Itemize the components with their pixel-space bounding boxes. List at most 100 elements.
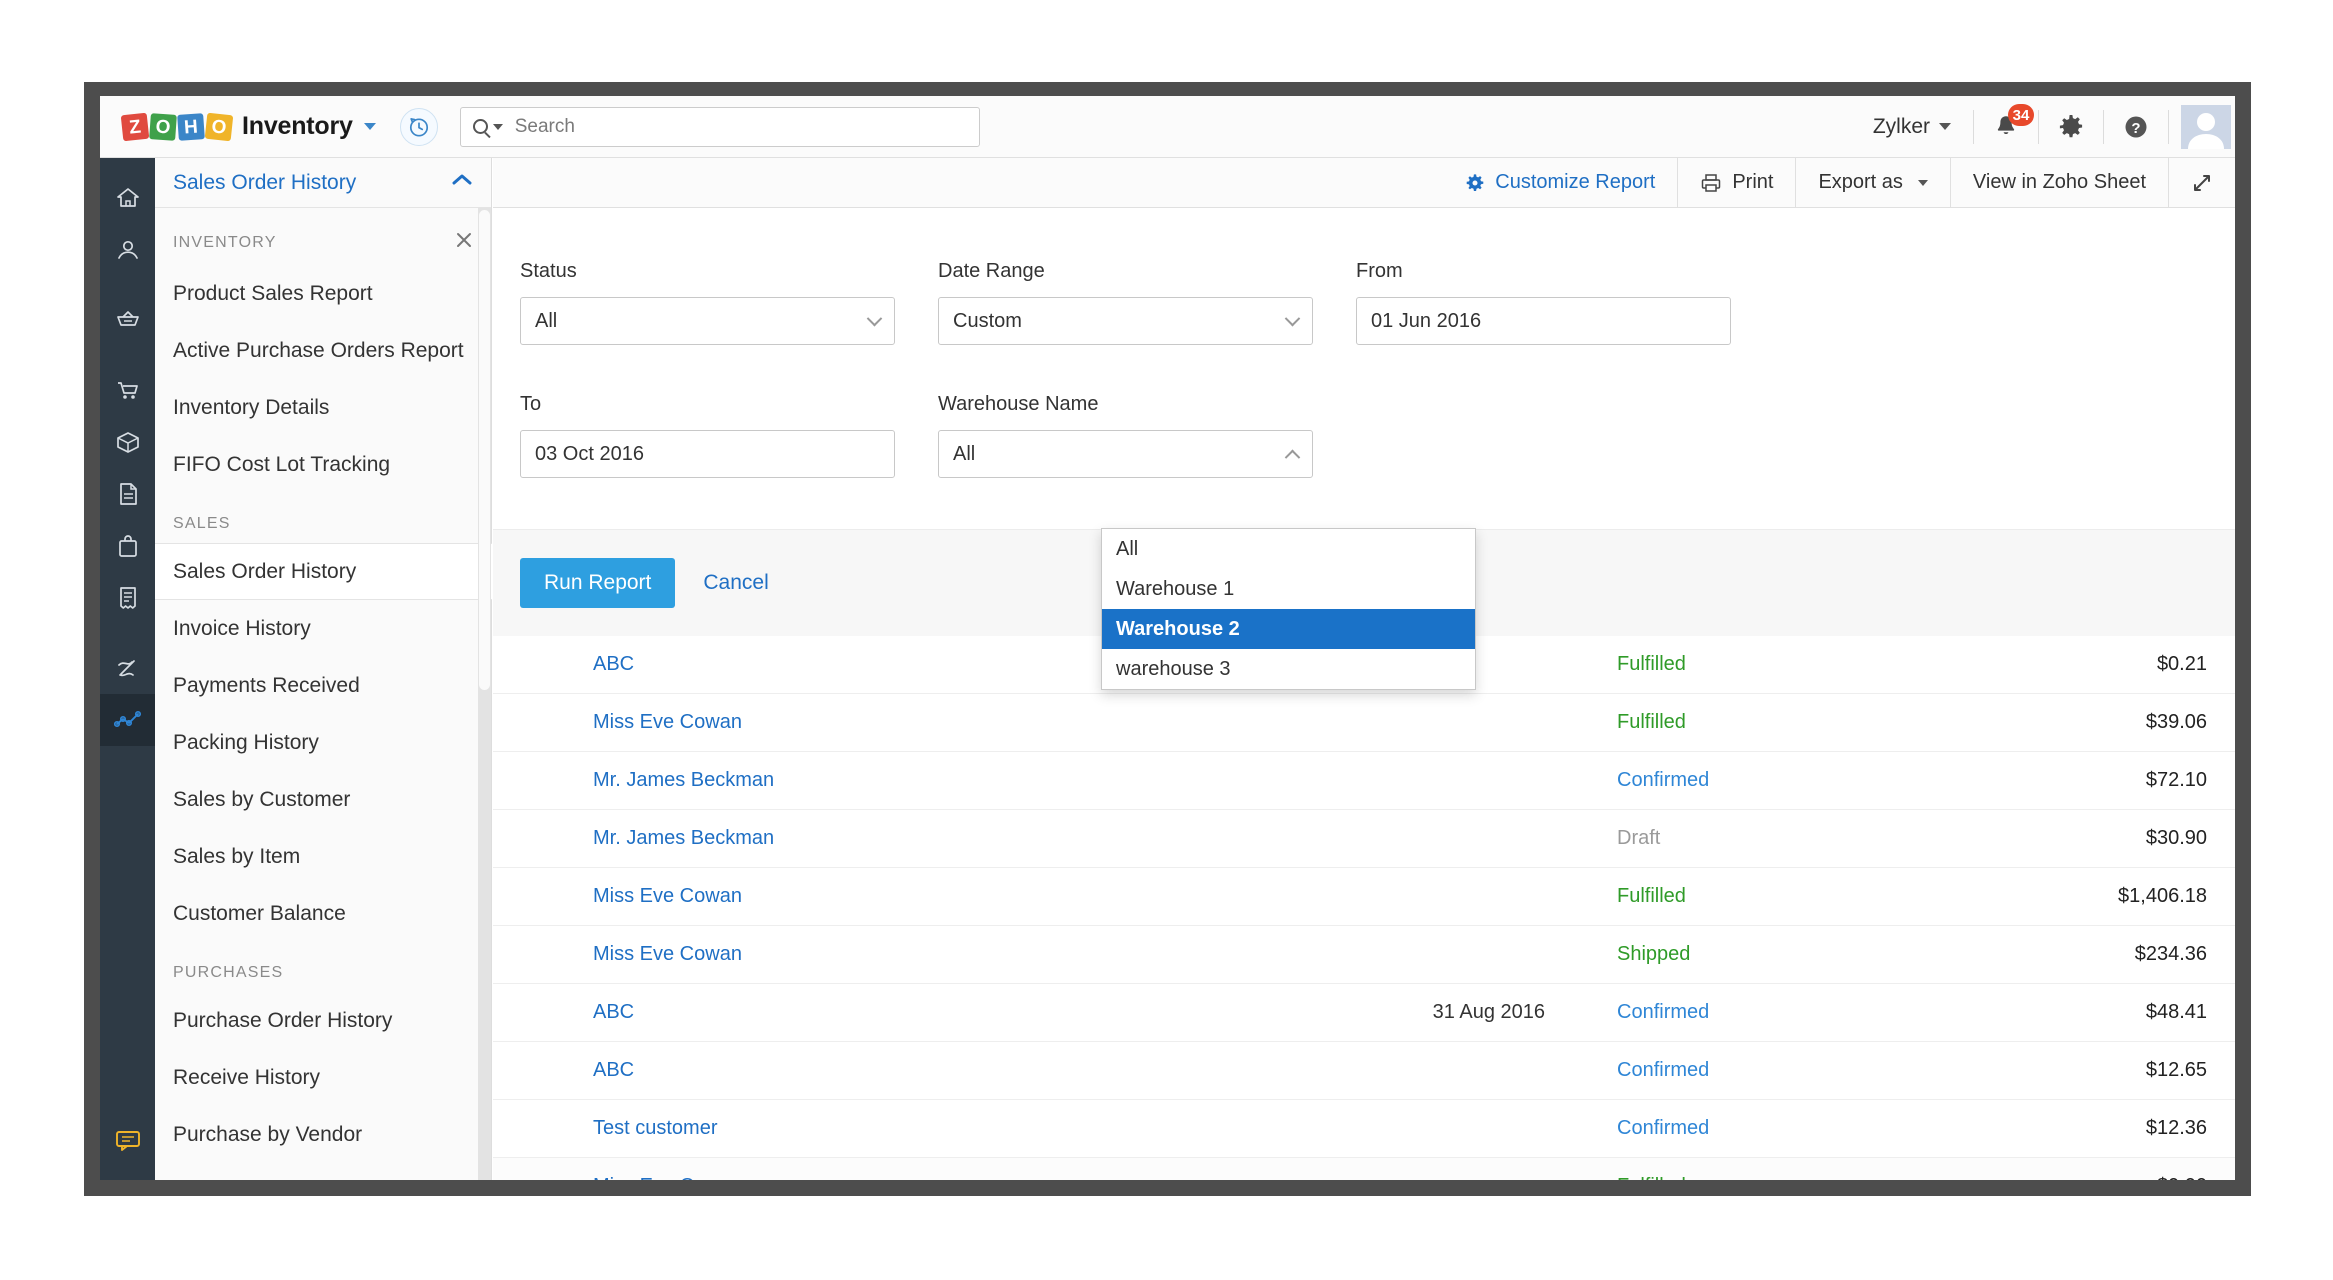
sidebar-item-fifo-cost-lot-tracking[interactable]: FIFO Cost Lot Tracking [155,436,492,493]
help-circle-icon[interactable]: ? [2104,96,2168,157]
sidebar-item-sales-by-customer[interactable]: Sales by Customer [155,771,492,828]
from-date-input[interactable]: 01 Jun 2016 [1356,297,1731,345]
filter-from-label: From [1356,260,1731,283]
app-window: Z O H O Inventory Search Zylker [100,96,2235,1180]
table-row[interactable]: Test customer Confirmed $12.36 [493,1100,2235,1158]
run-report-button[interactable]: Run Report [520,558,675,608]
row-customer[interactable]: Mr. James Beckman [565,769,1125,792]
row-customer[interactable]: Miss Eve Cowan [565,943,1125,966]
reports-sidebar: Sales Order History INVENTORY Product Sa… [155,158,492,1180]
contacts-icon[interactable] [100,224,155,276]
sidebar-item-payments-received[interactable]: Payments Received [155,657,492,714]
to-date-value: 03 Oct 2016 [535,443,644,466]
cart-icon[interactable] [100,364,155,416]
row-customer[interactable]: Mr. James Beckman [565,827,1125,850]
customize-report-button[interactable]: Customize Report [1443,158,1677,208]
chat-icon[interactable] [100,1114,155,1166]
sidebar-item-invoice-history[interactable]: Invoice History [155,600,492,657]
sidebar-item-receive-history[interactable]: Receive History [155,1049,492,1106]
sidebar-item-label: Receive History [173,1066,320,1090]
sidebar-item-label: Sales Order History [173,560,356,584]
table-row[interactable]: Mr. James Beckman Draft $30.90 [493,810,2235,868]
gear-icon [1465,173,1485,193]
left-icon-rail [100,158,155,1180]
sidebar-item-purchase-by-vendor[interactable]: Purchase by Vendor [155,1106,492,1163]
caret-down-icon[interactable] [364,123,376,130]
basket-icon[interactable] [100,294,155,346]
zoho-inventory-logo[interactable]: Z O H O Inventory [100,112,376,141]
print-button[interactable]: Print [1678,158,1795,208]
avatar[interactable] [2181,105,2231,149]
chevron-up-icon[interactable] [451,173,473,192]
row-customer[interactable]: Miss Eve Cowan [565,711,1125,734]
filter-status: Status All [520,260,895,345]
sidebar-scrollbar[interactable] [478,208,491,1180]
date-range-value: Custom [953,310,1022,333]
fullscreen-button[interactable] [2169,158,2235,208]
expand-diagonal-icon [2191,172,2213,194]
row-amount: $12.36 [1915,1117,2235,1140]
package-icon[interactable] [100,416,155,468]
reports-icon[interactable] [100,694,155,746]
warehouse-option-all[interactable]: All [1102,529,1475,569]
warehouse-option-warehouse-1[interactable]: Warehouse 1 [1102,569,1475,609]
gear-icon[interactable] [2039,96,2103,157]
search-input[interactable]: Search [460,107,980,147]
sidebar-item-label: Packing History [173,731,319,755]
option-label: Warehouse 1 [1116,578,1234,601]
row-amount: $39.06 [1915,711,2235,734]
sidebar-item-product-sales-report[interactable]: Product Sales Report [155,265,492,322]
table-row[interactable]: Mr. James Beckman Confirmed $72.10 [493,752,2235,810]
row-status: Shipped [1545,943,1915,966]
report-toolbar: Customize Report Print Export as View in… [493,158,2235,208]
document-icon[interactable] [100,468,155,520]
sidebar-item-purchase-order-history[interactable]: Purchase Order History [155,992,492,1049]
clock-history-icon[interactable] [400,108,438,146]
filter-fields: Status All Date Range Custom From [493,208,2235,526]
logo-cube-z: Z [121,112,150,141]
table-row[interactable]: Miss Eve Cowan Shipped $234.36 [493,926,2235,984]
table-row[interactable]: Miss Eve Cowan Fulfilled $0.00 [493,1158,2235,1180]
logo-cube-o1: O [149,113,177,141]
row-customer[interactable]: ABC [565,653,1125,676]
table-row[interactable]: ABC 31 Aug 2016 Confirmed $48.41 [493,984,2235,1042]
row-customer[interactable]: Miss Eve Cowan [565,885,1125,908]
close-icon[interactable] [454,230,474,255]
filter-to-label: To [520,393,895,416]
row-customer[interactable]: ABC [565,1001,1125,1024]
notifications-button[interactable]: 34 [1974,96,2038,157]
table-row[interactable]: Miss Eve Cowan Fulfilled $39.06 [493,694,2235,752]
table-row[interactable]: Miss Eve Cowan Fulfilled $1,406.18 [493,868,2235,926]
status-select[interactable]: All [520,297,895,345]
integrations-icon[interactable] [100,642,155,694]
row-customer[interactable]: Test customer [565,1117,1125,1140]
warehouse-select[interactable]: All [938,430,1313,478]
row-amount: $0.21 [1915,653,2235,676]
sidebar-item-sales-by-item[interactable]: Sales by Item [155,828,492,885]
sidebar-item-inventory-details[interactable]: Inventory Details [155,379,492,436]
sidebar-item-customer-balance[interactable]: Customer Balance [155,885,492,942]
view-in-zoho-sheet-button[interactable]: View in Zoho Sheet [1951,158,2168,208]
table-row[interactable]: ABC Confirmed $12.65 [493,1042,2235,1100]
bag-icon[interactable] [100,520,155,572]
date-range-select[interactable]: Custom [938,297,1313,345]
sidebar-scrollbar-thumb[interactable] [479,210,490,690]
sidebar-item-label: Active Purchase Orders Report [173,339,464,363]
row-customer[interactable]: Miss Eve Cowan [565,1175,1125,1180]
export-as-button[interactable]: Export as [1796,158,1949,208]
receipt-icon[interactable] [100,572,155,624]
warehouse-option-warehouse-2[interactable]: Warehouse 2 [1102,609,1475,649]
sidebar-item-label: Purchase Order History [173,1009,392,1033]
sidebar-item-sales-order-history[interactable]: Sales Order History [155,543,492,600]
search-scope-caret-icon[interactable] [493,124,503,130]
cancel-button[interactable]: Cancel [703,571,768,595]
sidebar-item-active-purchase-orders-report[interactable]: Active Purchase Orders Report [155,322,492,379]
filter-to: To 03 Oct 2016 [520,393,895,478]
home-icon[interactable] [100,172,155,224]
sidebar-item-packing-history[interactable]: Packing History [155,714,492,771]
org-switcher[interactable]: Zylker [1873,115,1973,139]
to-date-input[interactable]: 03 Oct 2016 [520,430,895,478]
warehouse-option-warehouse-3[interactable]: warehouse 3 [1102,649,1475,689]
sidebar-group-label: SALES [173,515,231,533]
row-customer[interactable]: ABC [565,1059,1125,1082]
